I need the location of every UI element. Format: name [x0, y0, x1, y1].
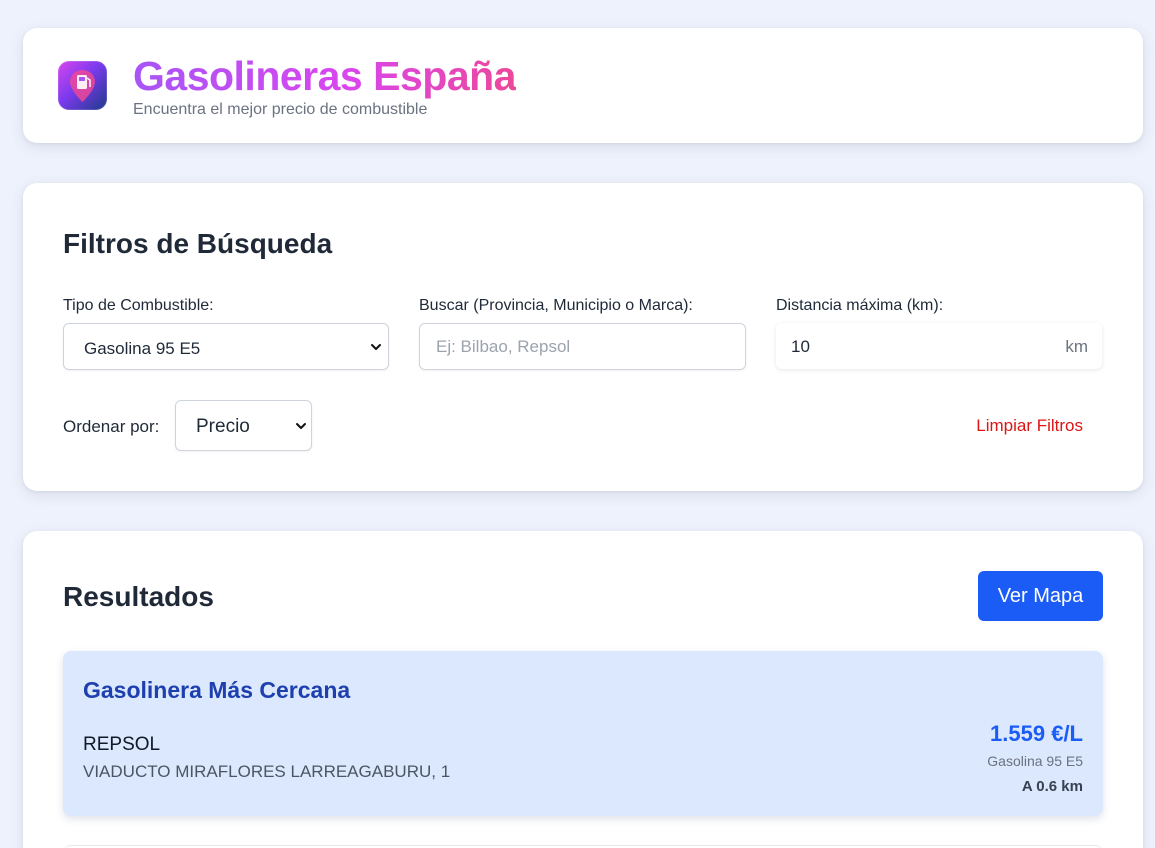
distance-input[interactable]: 10 km: [776, 323, 1102, 369]
distance-value: 10: [791, 337, 810, 356]
chevron-down-icon: [296, 423, 306, 429]
station-distance: A 0.6 km: [1021, 778, 1083, 795]
station-price: 1.559 €/L: [990, 721, 1083, 746]
app-subtitle: Encuentra el mejor precio de combustible: [133, 101, 428, 118]
search-label: Buscar (Provincia, Municipio o Marca):: [419, 297, 693, 314]
fuel-type-selected: Gasolina 95 E5: [84, 339, 201, 358]
station-address: VIADUCTO MIRAFLORES LARREAGABURU, 1: [83, 762, 451, 781]
station-brand: REPSOL: [83, 734, 161, 755]
fuel-type-label: Tipo de Combustible:: [63, 297, 214, 314]
chevron-down-icon: [371, 344, 381, 350]
results-title: Resultados: [63, 581, 214, 612]
view-map-button[interactable]: Ver Mapa: [978, 571, 1103, 621]
sort-select[interactable]: Precio: [175, 400, 312, 451]
nearest-station-card[interactable]: Gasolinera Más Cercana REPSOL VIADUCTO M…: [63, 651, 1103, 816]
sort-selected: Precio: [196, 416, 250, 437]
fuel-type-select[interactable]: Gasolina 95 E5: [63, 323, 389, 370]
nearest-station-heading: Gasolinera Más Cercana: [83, 677, 351, 703]
fuel-pump-pin-icon: [58, 61, 107, 110]
app-title: Gasolineras España: [133, 50, 516, 102]
app-header: Gasolineras España Encuentra el mejor pr…: [23, 28, 1143, 143]
results-panel: Resultados Ver Mapa Gasolinera Más Cerca…: [23, 531, 1143, 848]
distance-unit: km: [1065, 337, 1088, 356]
sort-label: Ordenar por:: [63, 417, 160, 436]
filters-panel: Filtros de Búsqueda Tipo de Combustible:…: [23, 183, 1143, 491]
filters-title: Filtros de Búsqueda: [63, 228, 333, 259]
clear-filters-button[interactable]: Limpiar Filtros: [976, 416, 1083, 436]
distance-label: Distancia máxima (km):: [776, 297, 944, 314]
station-fuel-type: Gasolina 95 E5: [987, 753, 1083, 769]
search-input[interactable]: [419, 323, 746, 370]
